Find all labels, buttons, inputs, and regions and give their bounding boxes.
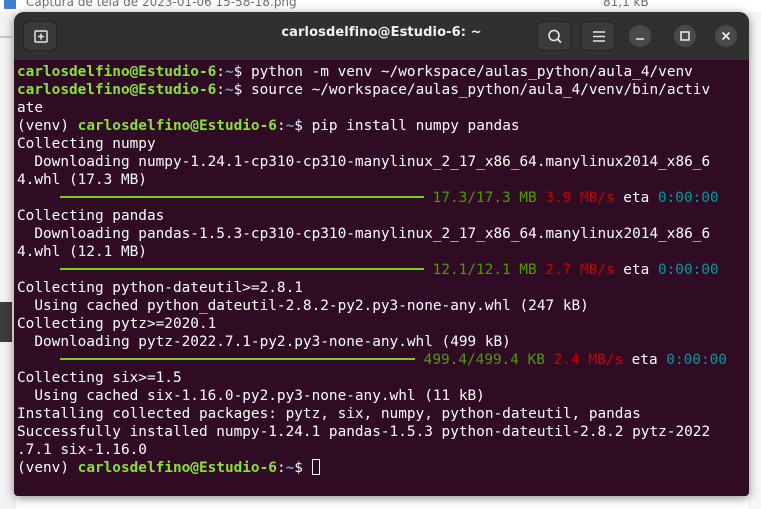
background-file-name: Captura de tela de 2023-01-06 15-58-18.p… xyxy=(26,0,297,9)
hamburger-menu-icon xyxy=(593,31,605,42)
prompt-user: carlosdelfino@Estudio-6 xyxy=(17,82,217,98)
prompt-path: ~ xyxy=(224,82,234,98)
terminal-line: Downloading pandas-1.5.3-cp310-cp310-man… xyxy=(17,226,711,242)
terminal-line: ate xyxy=(17,100,43,116)
terminal-line: 4.whl (12.1 MB) xyxy=(17,244,147,260)
image-file-icon xyxy=(4,0,16,9)
terminal-line: Using cached six-1.16.0-py2.py3-none-any… xyxy=(17,388,485,404)
progress-speed: 2.4 MB/s xyxy=(553,352,623,368)
venv-prefix: (venv) xyxy=(17,460,78,476)
close-icon xyxy=(721,31,731,41)
terminal-line: 4.whl (17.3 MB) xyxy=(17,172,147,188)
command-text: python -m venv ~/workspace/aulas_python/… xyxy=(250,64,693,80)
prompt-path: ~ xyxy=(285,118,295,134)
progress-eta: 0:00:00 xyxy=(666,352,727,368)
terminal-line: Collecting python-dateutil>=2.8.1 xyxy=(17,280,303,296)
progress-size: 499.4/499.4 KB xyxy=(423,352,545,368)
search-icon xyxy=(548,29,562,44)
minimize-icon xyxy=(636,38,644,40)
progress-line-pytz: 499.4/499.4 KB 2.4 MB/s eta 0:00:00 xyxy=(17,351,747,369)
terminal-line: Using cached python_dateutil-2.8.2-py2.p… xyxy=(17,298,589,314)
background-file-size: 81,1 kB xyxy=(603,0,649,9)
background-mark xyxy=(0,36,12,38)
progress-bar xyxy=(60,267,424,270)
background-file-row: Captura de tela de 2023-01-06 15-58-18.p… xyxy=(0,0,761,12)
background-thumbnail xyxy=(0,302,12,342)
progress-eta-label: eta xyxy=(623,262,650,278)
progress-speed: 2.7 MB/s xyxy=(545,262,615,278)
terminal-window: carlosdelfino@Estudio-6: ~ carlosdelfino… xyxy=(14,12,749,496)
terminal-line: Collecting pandas xyxy=(17,208,165,224)
maximize-icon xyxy=(680,31,690,41)
progress-line-numpy: 17.3/17.3 MB 3.9 MB/s eta 0:00:00 xyxy=(17,189,747,207)
terminal-line: Downloading pytz-2022.7.1-py2.py3-none-a… xyxy=(17,334,511,350)
close-button[interactable] xyxy=(715,25,737,47)
menu-button[interactable] xyxy=(581,21,615,51)
progress-eta: 0:00:00 xyxy=(657,262,719,278)
progress-eta-label: eta xyxy=(623,190,650,206)
terminal-output[interactable]: carlosdelfino@Estudio-6:~$ python -m ven… xyxy=(17,63,747,477)
terminal-line: Successfully installed numpy-1.24.1 pand… xyxy=(17,424,711,440)
prompt-path: ~ xyxy=(285,460,295,476)
maximize-button[interactable] xyxy=(674,25,696,47)
title-bar[interactable]: carlosdelfino@Estudio-6: ~ xyxy=(14,12,749,60)
progress-line-pandas: 12.1/12.1 MB 2.7 MB/s eta 0:00:00 xyxy=(17,261,747,279)
progress-eta: 0:00:00 xyxy=(657,190,719,206)
progress-size: 12.1/12.1 MB xyxy=(432,262,537,278)
terminal-line: Collecting pytz>=2020.1 xyxy=(17,316,217,332)
text-cursor[interactable] xyxy=(311,459,320,475)
prompt-user: carlosdelfino@Estudio-6 xyxy=(77,118,277,134)
prompt-user: carlosdelfino@Estudio-6 xyxy=(77,460,277,476)
terminal-line: carlosdelfino@Estudio-6:~$ python -m ven… xyxy=(17,64,693,80)
minimize-button[interactable] xyxy=(629,25,651,47)
terminal-line: Collecting numpy xyxy=(17,136,156,152)
terminal-line: carlosdelfino@Estudio-6:~$ source ~/work… xyxy=(17,82,711,98)
background-right-panel xyxy=(748,12,761,509)
terminal-prompt-line[interactable]: (venv) carlosdelfino@Estudio-6:~$ xyxy=(17,459,747,477)
venv-prefix: (venv) xyxy=(17,118,78,134)
progress-speed: 3.9 MB/s xyxy=(545,190,615,206)
progress-eta-label: eta xyxy=(631,352,658,368)
progress-size: 17.3/17.3 MB xyxy=(432,190,537,206)
terminal-line: Downloading numpy-1.24.1-cp310-cp310-man… xyxy=(17,154,711,170)
command-text: source ~/workspace/aulas_python/aula_4/v… xyxy=(250,82,711,98)
terminal-line: .7.1 six-1.16.0 xyxy=(17,442,147,458)
terminal-line: Collecting six>=1.5 xyxy=(17,370,182,386)
progress-bar xyxy=(60,357,415,360)
terminal-line: Installing collected packages: pytz, six… xyxy=(17,406,641,422)
progress-bar xyxy=(60,195,424,198)
terminal-line: (venv) carlosdelfino@Estudio-6:~$ pip in… xyxy=(17,118,520,134)
prompt-path: ~ xyxy=(224,64,234,80)
prompt-user: carlosdelfino@Estudio-6 xyxy=(17,64,217,80)
command-text: pip install numpy pandas xyxy=(311,118,520,134)
search-button[interactable] xyxy=(537,21,571,51)
